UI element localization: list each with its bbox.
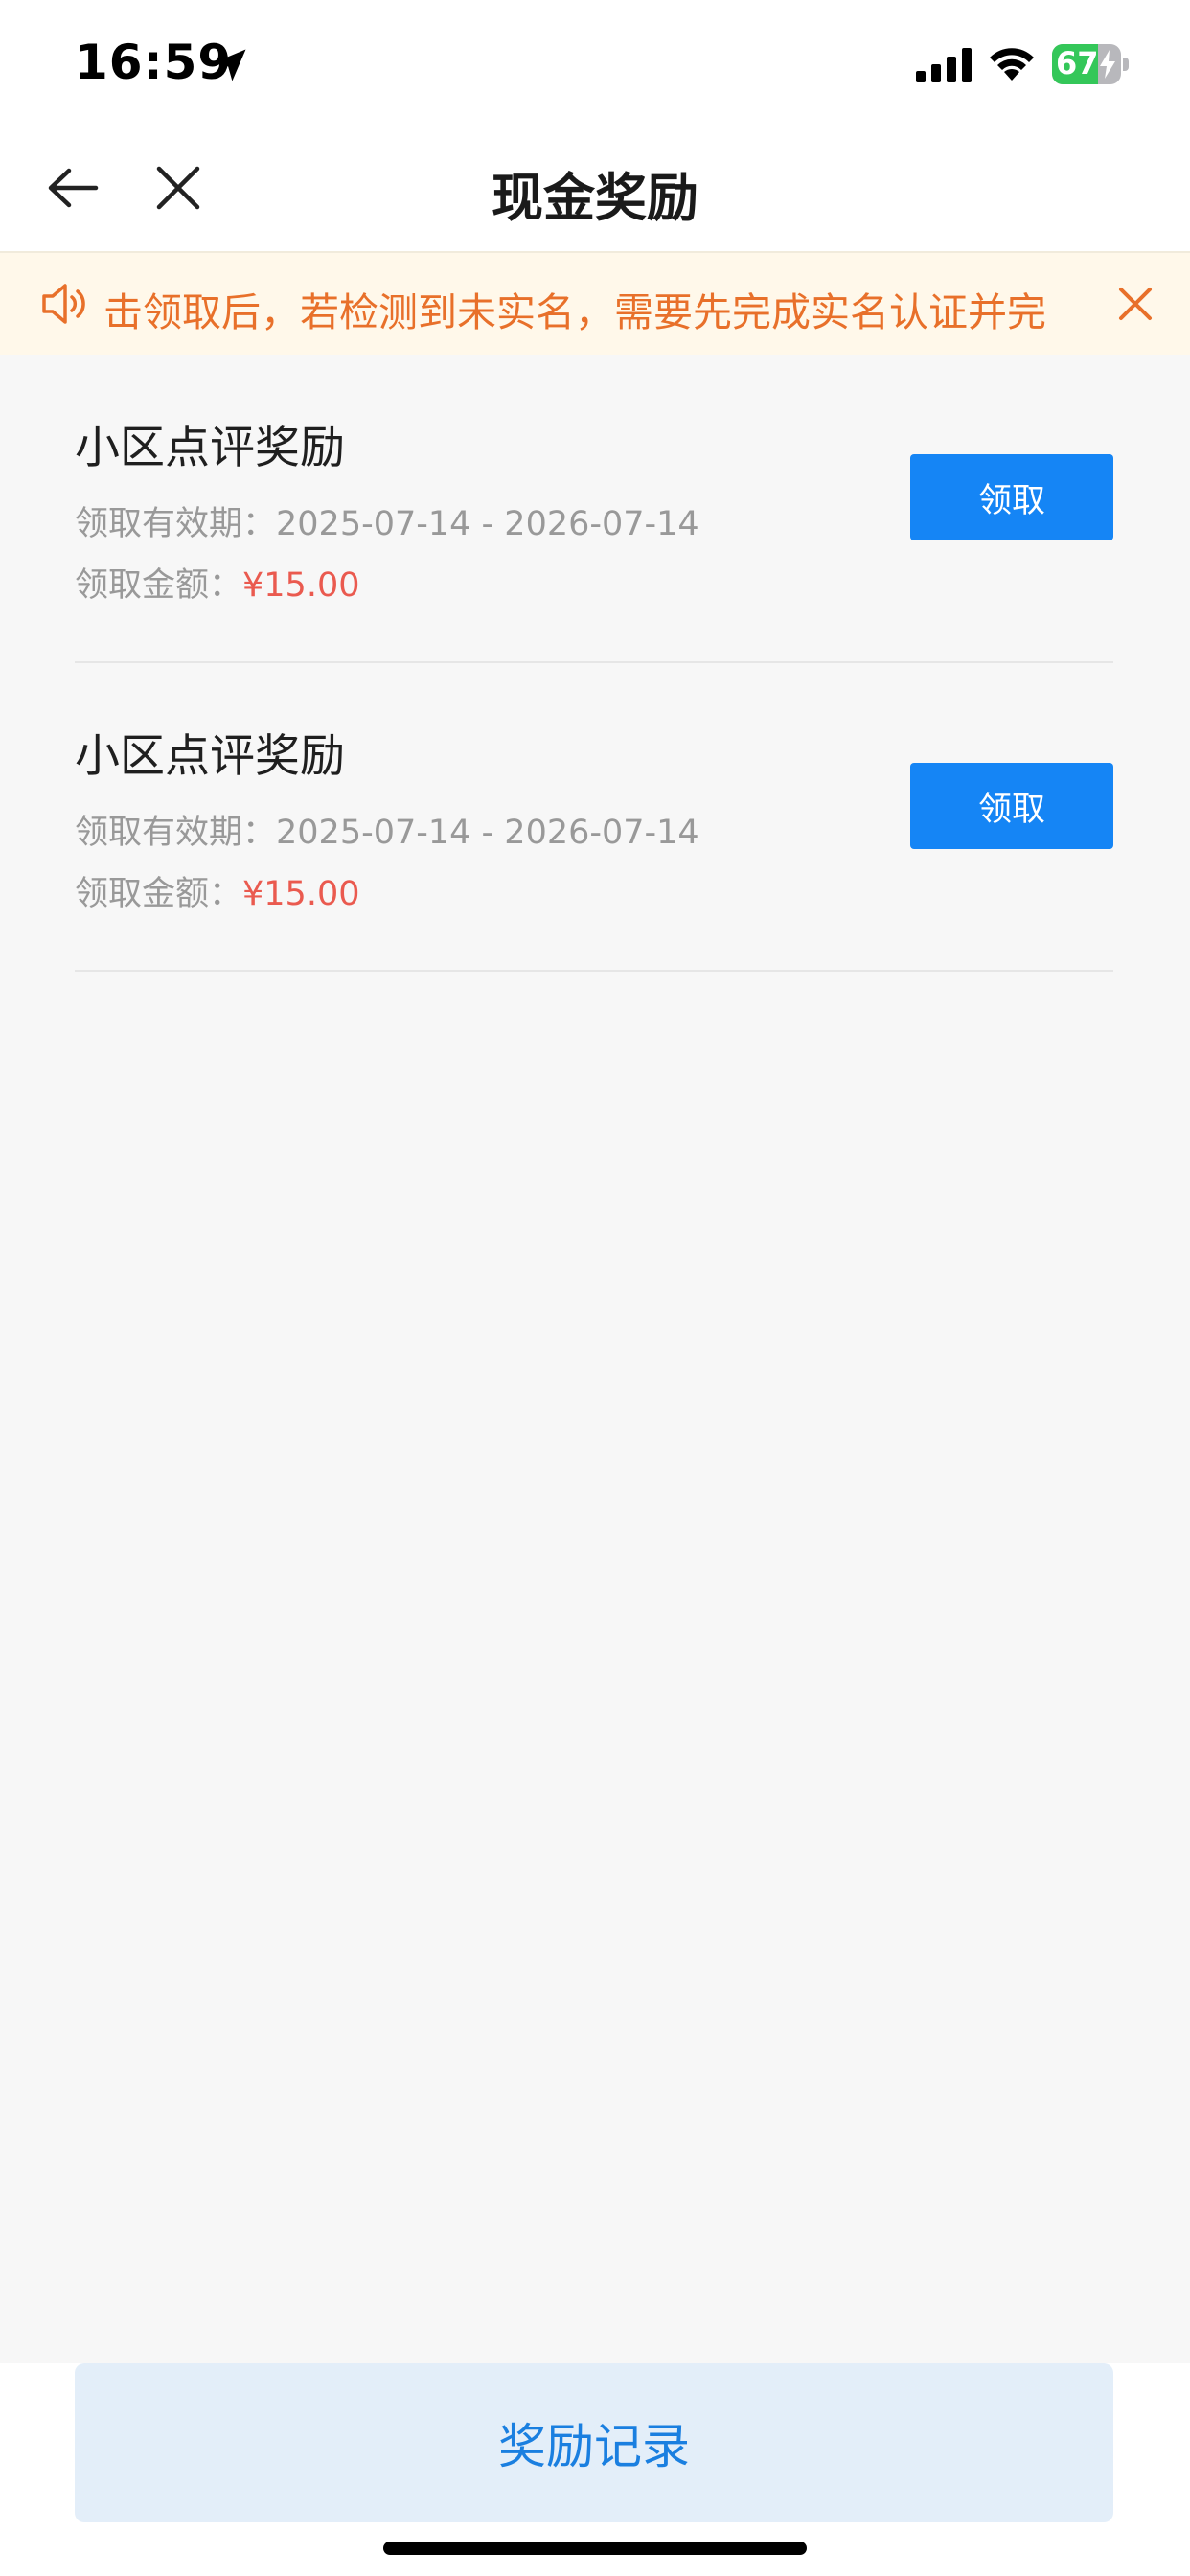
amount-value: ¥15.00	[242, 875, 360, 913]
battery-cap	[1123, 58, 1129, 71]
validity-label: 领取有效期：	[75, 505, 277, 543]
validity-value: 2025-07-14 - 2026-07-14	[276, 505, 699, 543]
claim-button[interactable]: 领取	[910, 454, 1113, 540]
reward-title: 小区点评奖励	[75, 730, 345, 783]
validity-label: 领取有效期：	[75, 814, 277, 852]
reward-amount-row: 领取金额：¥15.00	[75, 558, 359, 607]
reward-item: 小区点评奖励 领取有效期：2025-07-14 - 2026-07-14 领取金…	[75, 355, 1113, 663]
amount-label: 领取金额：	[75, 566, 243, 605]
wifi-icon	[990, 48, 1034, 80]
battery-indicator: 67	[1052, 44, 1129, 84]
amount-value: ¥15.00	[242, 566, 360, 605]
speaker-icon	[42, 284, 85, 324]
notice-close-button[interactable]	[1111, 280, 1159, 328]
charging-bolt-icon	[1100, 50, 1115, 79]
bottom-bar: 奖励记录	[0, 2363, 1190, 2576]
location-arrow-icon	[214, 49, 246, 81]
reward-records-button[interactable]: 奖励记录	[75, 2363, 1113, 2522]
reward-validity: 领取有效期：2025-07-14 - 2026-07-14	[75, 496, 699, 545]
amount-label: 领取金额：	[75, 875, 243, 913]
battery-level: 67	[1056, 45, 1099, 81]
reward-title: 小区点评奖励	[75, 422, 345, 474]
page-title: 现金奖励	[492, 168, 698, 228]
status-bar: 16:59 67	[0, 0, 1190, 128]
close-icon	[1119, 288, 1152, 320]
reward-amount-row: 领取金额：¥15.00	[75, 866, 359, 915]
notice-banner: 击领取后，若检测到未实名，需要先完成实名认证并完	[0, 251, 1190, 355]
reward-item: 小区点评奖励 领取有效期：2025-07-14 - 2026-07-14 领取金…	[75, 663, 1113, 972]
nav-bar: 现金奖励	[0, 128, 1190, 251]
claim-button[interactable]: 领取	[910, 763, 1113, 849]
home-indicator[interactable]	[383, 2542, 807, 2555]
cellular-signal-icon	[916, 48, 972, 82]
validity-value: 2025-07-14 - 2026-07-14	[276, 814, 699, 852]
reward-validity: 领取有效期：2025-07-14 - 2026-07-14	[75, 805, 699, 854]
battery-body: 67	[1052, 44, 1121, 84]
notice-text: 击领取后，若检测到未实名，需要先完成实名认证并完	[103, 289, 1046, 335]
